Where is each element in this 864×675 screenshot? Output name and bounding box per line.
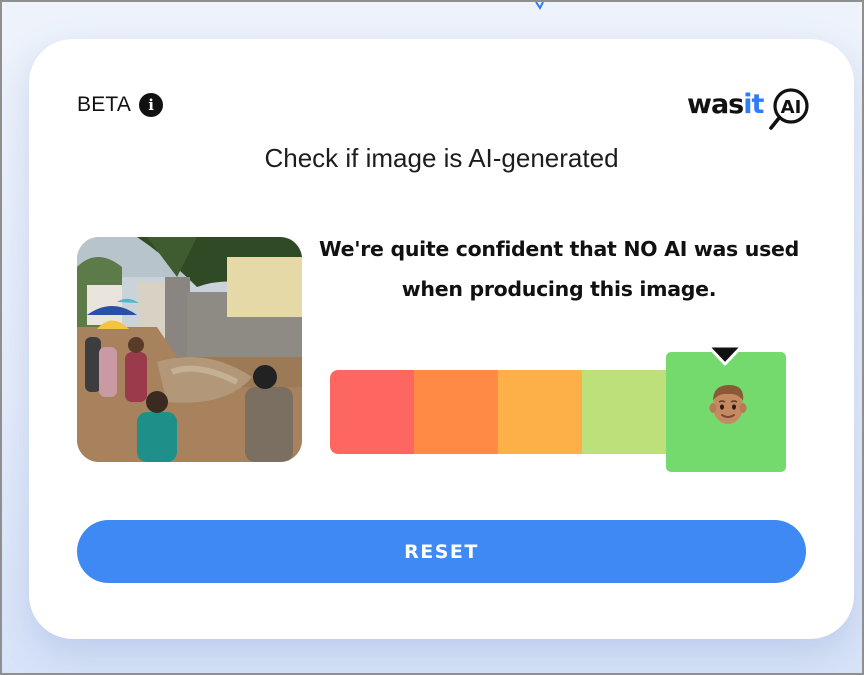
logo-mark-text: AI <box>781 97 802 118</box>
magnifier-ai-icon: AI <box>769 88 809 130</box>
person-face-icon <box>709 385 747 424</box>
verdict-text: We're quite confident that NO AI was use… <box>314 229 804 309</box>
meter-segment-2 <box>414 370 498 454</box>
beta-label: BETA <box>77 93 132 116</box>
info-icon[interactable]: i <box>139 93 164 117</box>
logo-text-main: was <box>687 89 744 120</box>
meter-segment-4 <box>582 370 666 454</box>
analyzed-image <box>77 237 302 462</box>
meter-segment-1 <box>330 370 414 454</box>
verdict-line-1: We're quite confident that NO AI was use… <box>319 237 799 261</box>
meter-segment-3 <box>498 370 582 454</box>
browser-viewport: BETA i wasit AI Check if image is AI-gen… <box>0 0 864 675</box>
page-title: Check if image is AI-generated <box>264 143 619 173</box>
logo-wordmark: wasit <box>687 89 764 120</box>
flood-photo-illustration <box>77 237 302 462</box>
wasitai-logo[interactable]: wasit AI <box>687 85 811 130</box>
detector-card: BETA i wasit AI Check if image is AI-gen… <box>29 39 854 639</box>
verdict-line-2: when producing this image. <box>401 277 717 301</box>
caret-down-icon <box>535 2 544 10</box>
logo-text-accent: it <box>743 89 764 120</box>
reset-button[interactable]: RESET <box>77 520 806 583</box>
pointer-down-icon <box>706 344 744 366</box>
beta-badge: BETA i <box>77 93 164 117</box>
